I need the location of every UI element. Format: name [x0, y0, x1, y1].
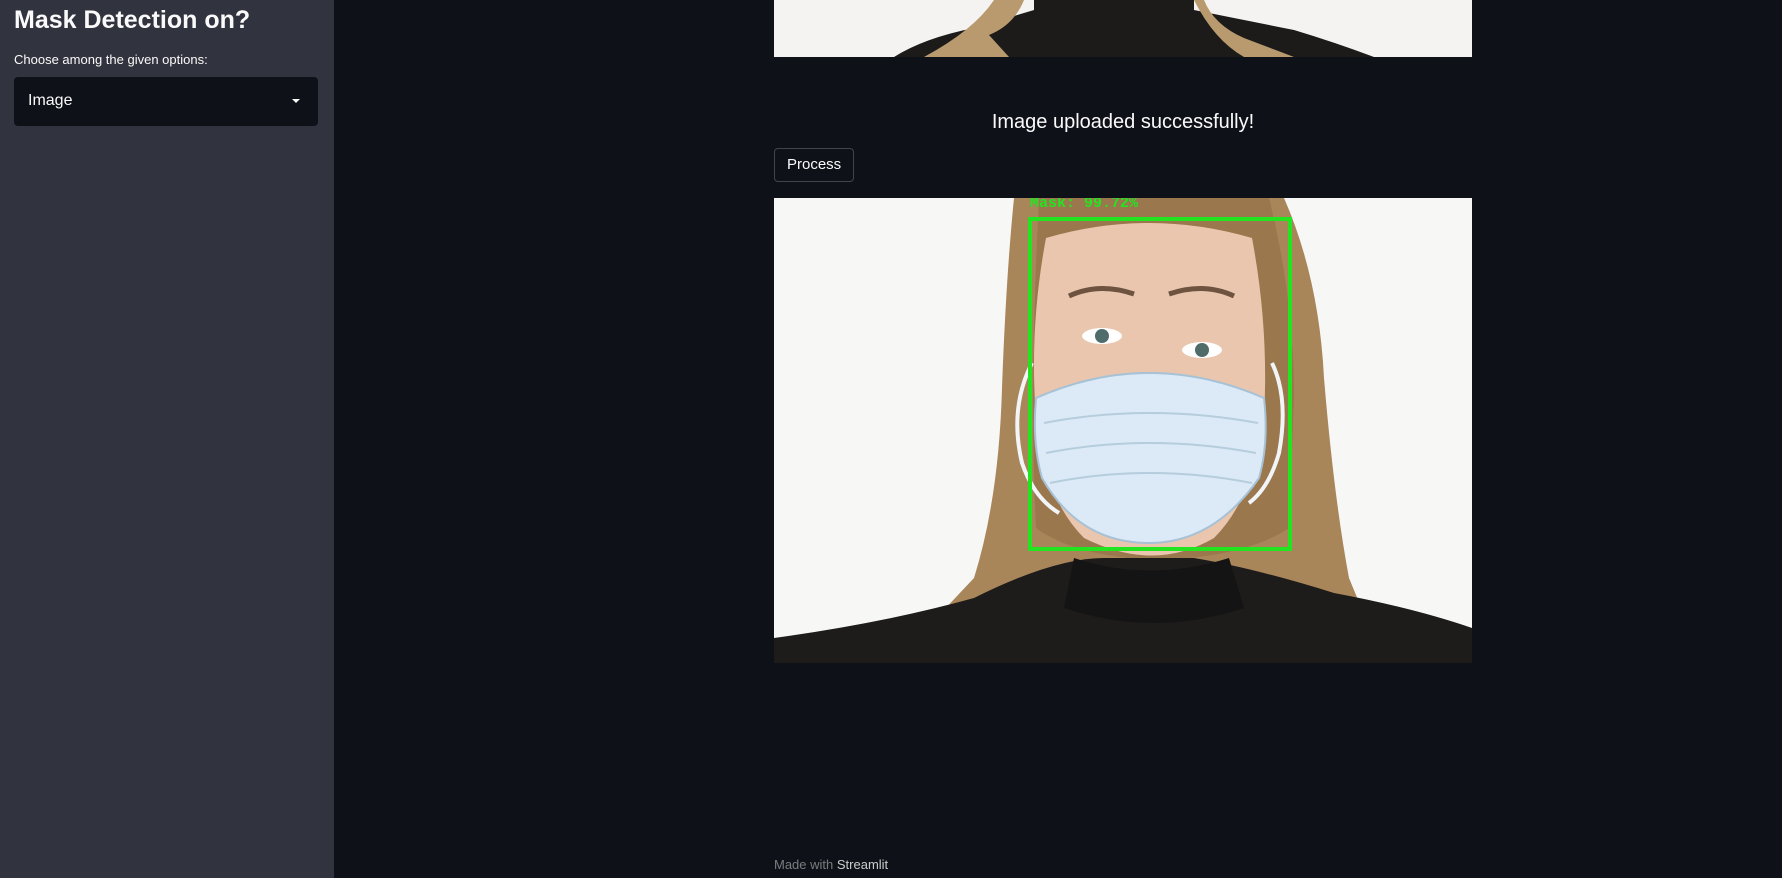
footer: Made with Streamlit — [774, 857, 888, 872]
processed-image: Mask: 99.72% — [774, 198, 1472, 663]
streamlit-link[interactable]: Streamlit — [837, 857, 888, 872]
sidebar-title: Mask Detection on? — [14, 6, 251, 34]
caret-down-icon[interactable] — [292, 99, 300, 103]
footer-prefix: Made with — [774, 857, 834, 872]
mode-select-value: Image — [28, 92, 73, 109]
app-root: Mask Detection on? Choose among the give… — [0, 0, 1782, 878]
upload-success-message: Image uploaded successfully! — [991, 111, 1255, 133]
sidebar: Mask Detection on? Choose among the give… — [0, 0, 334, 878]
process-button[interactable]: Process — [774, 148, 855, 182]
mode-select-label: Choose among the given options: — [14, 52, 208, 67]
mode-select[interactable]: Image — [14, 77, 318, 126]
detection-label: Mask: 99.72% — [1030, 198, 1139, 212]
uploaded-image — [774, 0, 1472, 57]
